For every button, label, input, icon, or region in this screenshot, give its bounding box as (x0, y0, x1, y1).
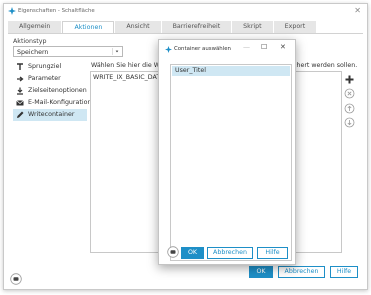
dialog-ok-button[interactable]: OK (181, 247, 204, 259)
help-icon[interactable] (167, 246, 179, 258)
pencil-icon (17, 111, 24, 118)
action-nav: Sprungziel Parameter Zielseitenoptionen … (13, 61, 91, 121)
minimize-icon[interactable]: — (243, 43, 250, 51)
tab-allgemein[interactable]: Allgemein (8, 21, 62, 33)
tab-divider (8, 33, 363, 34)
cancel-button[interactable]: Abbrechen (278, 266, 325, 278)
maximize-icon[interactable]: ☐ (261, 43, 267, 51)
arrow-right-icon (17, 76, 24, 82)
window-title: Eigenschaften - Schaltfläche (18, 8, 95, 14)
nav-item-label: E-Mail-Konfiguration (28, 99, 92, 106)
help-icon[interactable] (10, 273, 22, 285)
move-down-icon[interactable] (344, 117, 355, 128)
app-icon (8, 7, 16, 15)
app-icon (165, 46, 172, 53)
tab-aktionen[interactable]: Aktionen (62, 21, 115, 33)
container-select-dialog-wrapper: Container auswählen — ☐ ✕ User_Titel OK … (158, 39, 298, 267)
nav-item-zielseitenoptionen[interactable]: Zielseitenoptionen (13, 85, 87, 97)
nav-item-parameter[interactable]: Parameter (13, 73, 87, 85)
add-icon[interactable] (344, 74, 355, 85)
dialog-title: Container auswählen (174, 46, 231, 52)
help-button[interactable]: Hilfe (330, 266, 358, 278)
email-icon (16, 100, 24, 106)
dialog-close-icon[interactable]: ✕ (280, 43, 286, 51)
move-up-icon[interactable] (344, 103, 355, 114)
window-titlebar: Eigenschaften - Schaltfläche ✕ (4, 4, 367, 19)
writecontainer-description-end: chert werden sollen. (293, 62, 358, 69)
download-icon (17, 87, 23, 95)
container-select-dialog: Container auswählen — ☐ ✕ User_Titel OK … (158, 39, 296, 265)
tab-ansicht[interactable]: Ansicht (115, 21, 161, 33)
tab-barrierefreiheit[interactable]: Barrierefreiheit (161, 21, 232, 33)
tab-export[interactable]: Export (273, 21, 317, 33)
tab-skript[interactable]: Skript (232, 21, 273, 33)
nav-item-label: Sprungziel (28, 63, 62, 70)
tab-bar: Allgemein Aktionen Ansicht Barrierefreih… (8, 21, 317, 33)
nav-item-label: Parameter (28, 75, 61, 82)
nav-item-label: Writecontainer (28, 111, 75, 118)
action-type-label: Aktionstyp (13, 38, 47, 45)
action-type-value: Speichern (17, 49, 49, 56)
nav-item-email-konfiguration[interactable]: E-Mail-Konfiguration (13, 97, 91, 109)
dialog-cancel-button[interactable]: Abbrechen (207, 247, 253, 259)
ok-button[interactable]: OK (249, 266, 273, 278)
window-close-icon[interactable]: ✕ (354, 6, 361, 15)
nav-item-label: Zielseitenoptionen (28, 87, 87, 94)
chevron-down-icon (112, 48, 119, 55)
nav-item-sprungziel[interactable]: Sprungziel (13, 61, 87, 73)
container-list[interactable]: User_Titel (170, 64, 292, 261)
list-item[interactable]: User_Titel (172, 66, 290, 76)
nav-item-writecontainer[interactable]: Writecontainer (13, 109, 87, 121)
action-type-select[interactable]: Speichern (13, 46, 123, 57)
remove-icon[interactable] (344, 88, 355, 99)
sprungziel-icon (17, 63, 23, 70)
dialog-help-button[interactable]: Hilfe (257, 247, 288, 259)
